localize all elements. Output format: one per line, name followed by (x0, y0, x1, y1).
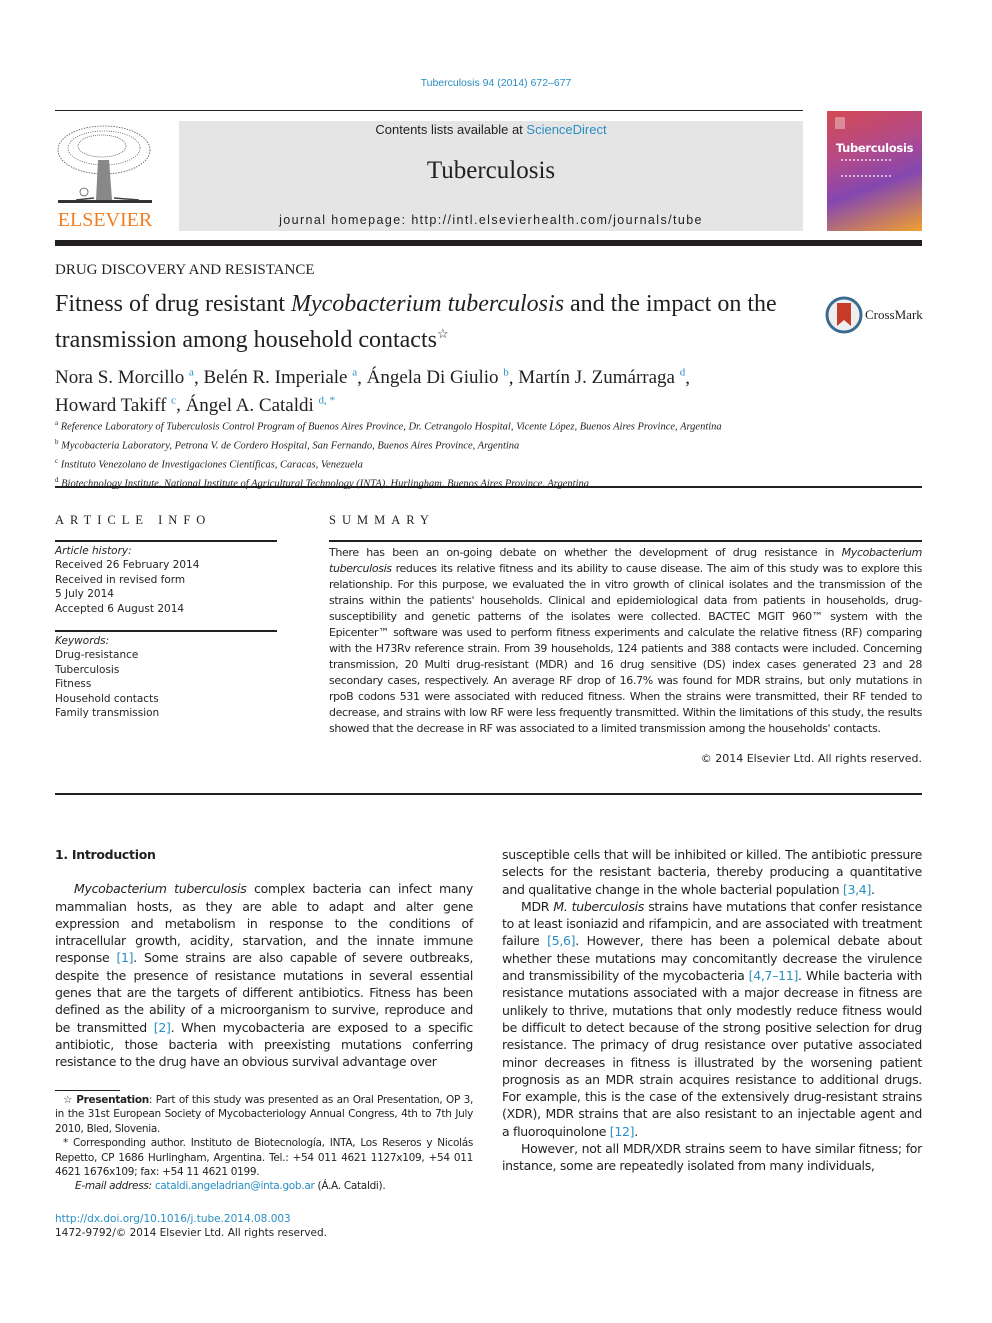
keyword: Drug-resistance (55, 649, 139, 662)
citation-link[interactable]: [2] (154, 1020, 171, 1035)
article-info-heading: ARTICLE INFO (55, 513, 212, 527)
title-species: Mycobacterium tuberculosis (290, 291, 565, 317)
crossmark-badge[interactable]: CrossMark (825, 296, 925, 336)
article-history: Article history: Received 26 February 20… (55, 544, 280, 616)
contents-prefix: Contents lists available at (375, 122, 527, 137)
journal-name: Tuberculosis (426, 157, 556, 184)
summary-copyright: © 2014 Elsevier Ltd. All rights reserved… (700, 752, 922, 765)
elsevier-wordmark: ELSEVIER (57, 209, 153, 231)
history-item: Received in revised form (55, 573, 186, 586)
summary-text: There has been an on-going debate on whe… (329, 546, 922, 735)
body-column-right: susceptible cells that will be inhibited… (502, 846, 922, 1175)
author[interactable]: Howard Takiff c (55, 394, 176, 415)
doi-link[interactable]: http://dx.doi.org/10.1016/j.tube.2014.08… (55, 1213, 291, 1225)
sciencedirect-link[interactable]: ScienceDirect (526, 122, 606, 137)
elsevier-logo[interactable]: ELSEVIER (54, 120, 156, 232)
author[interactable]: Ángela Di Giulio b (367, 367, 509, 388)
citation-link[interactable]: [3,4] (843, 882, 871, 897)
keyword: Family transmission (55, 707, 160, 720)
crossmark-label: CrossMark (865, 307, 923, 322)
contents-line: Contents lists available at ScienceDirec… (179, 121, 803, 137)
history-label: Article history: (55, 545, 132, 557)
paragraph: Mycobacterium tuberculosis complex bacte… (55, 881, 473, 1070)
divider (55, 486, 922, 488)
footnote-corresponding-author: * Corresponding author. Instituto de Bio… (55, 1137, 473, 1179)
tree-icon (57, 125, 152, 203)
paragraph: susceptible cells that will be inhibited… (502, 847, 922, 897)
cover-title: Tuberculosis (835, 141, 914, 155)
affiliation: b Mycobacteria Laboratory, Petrona V. de… (55, 437, 520, 452)
affiliation: d Biotechnology Institute, National Inst… (55, 475, 589, 490)
keyword: Tuberculosis (55, 663, 120, 676)
journal-reference-link[interactable]: Tuberculosis 94 (2014) 672–677 (0, 77, 992, 89)
title-text: Fitness of drug resistant (55, 291, 291, 317)
keyword: Fitness (55, 678, 92, 691)
journal-masthead: Contents lists available at ScienceDirec… (179, 121, 803, 231)
journal-homepage-link[interactable]: journal homepage: http://intl.elsevierhe… (179, 213, 803, 227)
author[interactable]: Nora S. Morcillo a (55, 367, 194, 388)
cover-editors (841, 159, 891, 177)
citation-link[interactable]: [12] (610, 1124, 635, 1139)
author-list: Nora S. Morcillo a, Belén R. Imperiale a… (55, 367, 690, 416)
divider (55, 630, 277, 632)
history-item: 5 July 2014 (55, 588, 114, 601)
author[interactable]: Ángel A. Cataldi d, * (186, 394, 335, 415)
divider (329, 540, 922, 542)
author[interactable]: Martín J. Zumárraga d (518, 367, 685, 388)
affiliation: a Reference Laboratory of Tuberculosis C… (55, 419, 722, 433)
history-item: Received 26 February 2014 (55, 559, 200, 572)
affiliations: a Reference Laboratory of Tuberculosis C… (55, 416, 855, 492)
footnotes: ☆ Presentation: Part of this study was p… (55, 1093, 473, 1194)
header-rule (55, 110, 803, 111)
keywords: Keywords: Drug-resistance Tuberculosis F… (55, 634, 280, 720)
section-heading-introduction: 1. Introduction (55, 847, 156, 862)
journal-cover-image[interactable]: Tuberculosis (827, 111, 922, 231)
keywords-label: Keywords: (55, 635, 110, 647)
cover-publisher-icon (835, 117, 845, 129)
footnote-email: E-mail address: cataldi.angeladrian@inta… (75, 1180, 386, 1193)
crossmark-icon (825, 296, 863, 334)
header-thick-rule (55, 240, 922, 246)
issn-copyright: 1472-9792/© 2014 Elsevier Ltd. All right… (55, 1227, 328, 1240)
body-column-left: 1. Introduction Mycobacterium tuberculos… (55, 846, 473, 1071)
paragraph: However, not all MDR/XDR strains seem to… (502, 1141, 922, 1174)
article-title: Fitness of drug resistant Mycobacterium … (55, 290, 815, 355)
history-item: Accepted 6 August 2014 (55, 602, 185, 615)
footnote-rule (55, 1090, 120, 1091)
citation-link[interactable]: [4,7–11] (749, 968, 799, 983)
affiliation: c Instituto Venezolano de Investigacione… (55, 456, 363, 471)
title-footnote-mark[interactable]: ☆ (437, 326, 449, 341)
email-link[interactable]: cataldi.angeladrian@inta.gob.ar (155, 1180, 315, 1192)
divider (55, 793, 922, 795)
summary-heading: SUMMARY (329, 513, 435, 527)
paragraph: MDR M. tuberculosis strains have mutatio… (502, 898, 923, 1139)
citation-link[interactable]: [5,6] (547, 933, 575, 948)
doi-block: http://dx.doi.org/10.1016/j.tube.2014.08… (55, 1212, 327, 1241)
article-section-label: DRUG DISCOVERY AND RESISTANCE (55, 262, 315, 278)
footnote-presentation: ☆ Presentation: Part of this study was p… (55, 1094, 473, 1135)
author[interactable]: Belén R. Imperiale a (203, 367, 357, 388)
divider (55, 540, 277, 542)
keyword: Household contacts (55, 692, 159, 705)
citation-link[interactable]: [1] (116, 950, 133, 965)
